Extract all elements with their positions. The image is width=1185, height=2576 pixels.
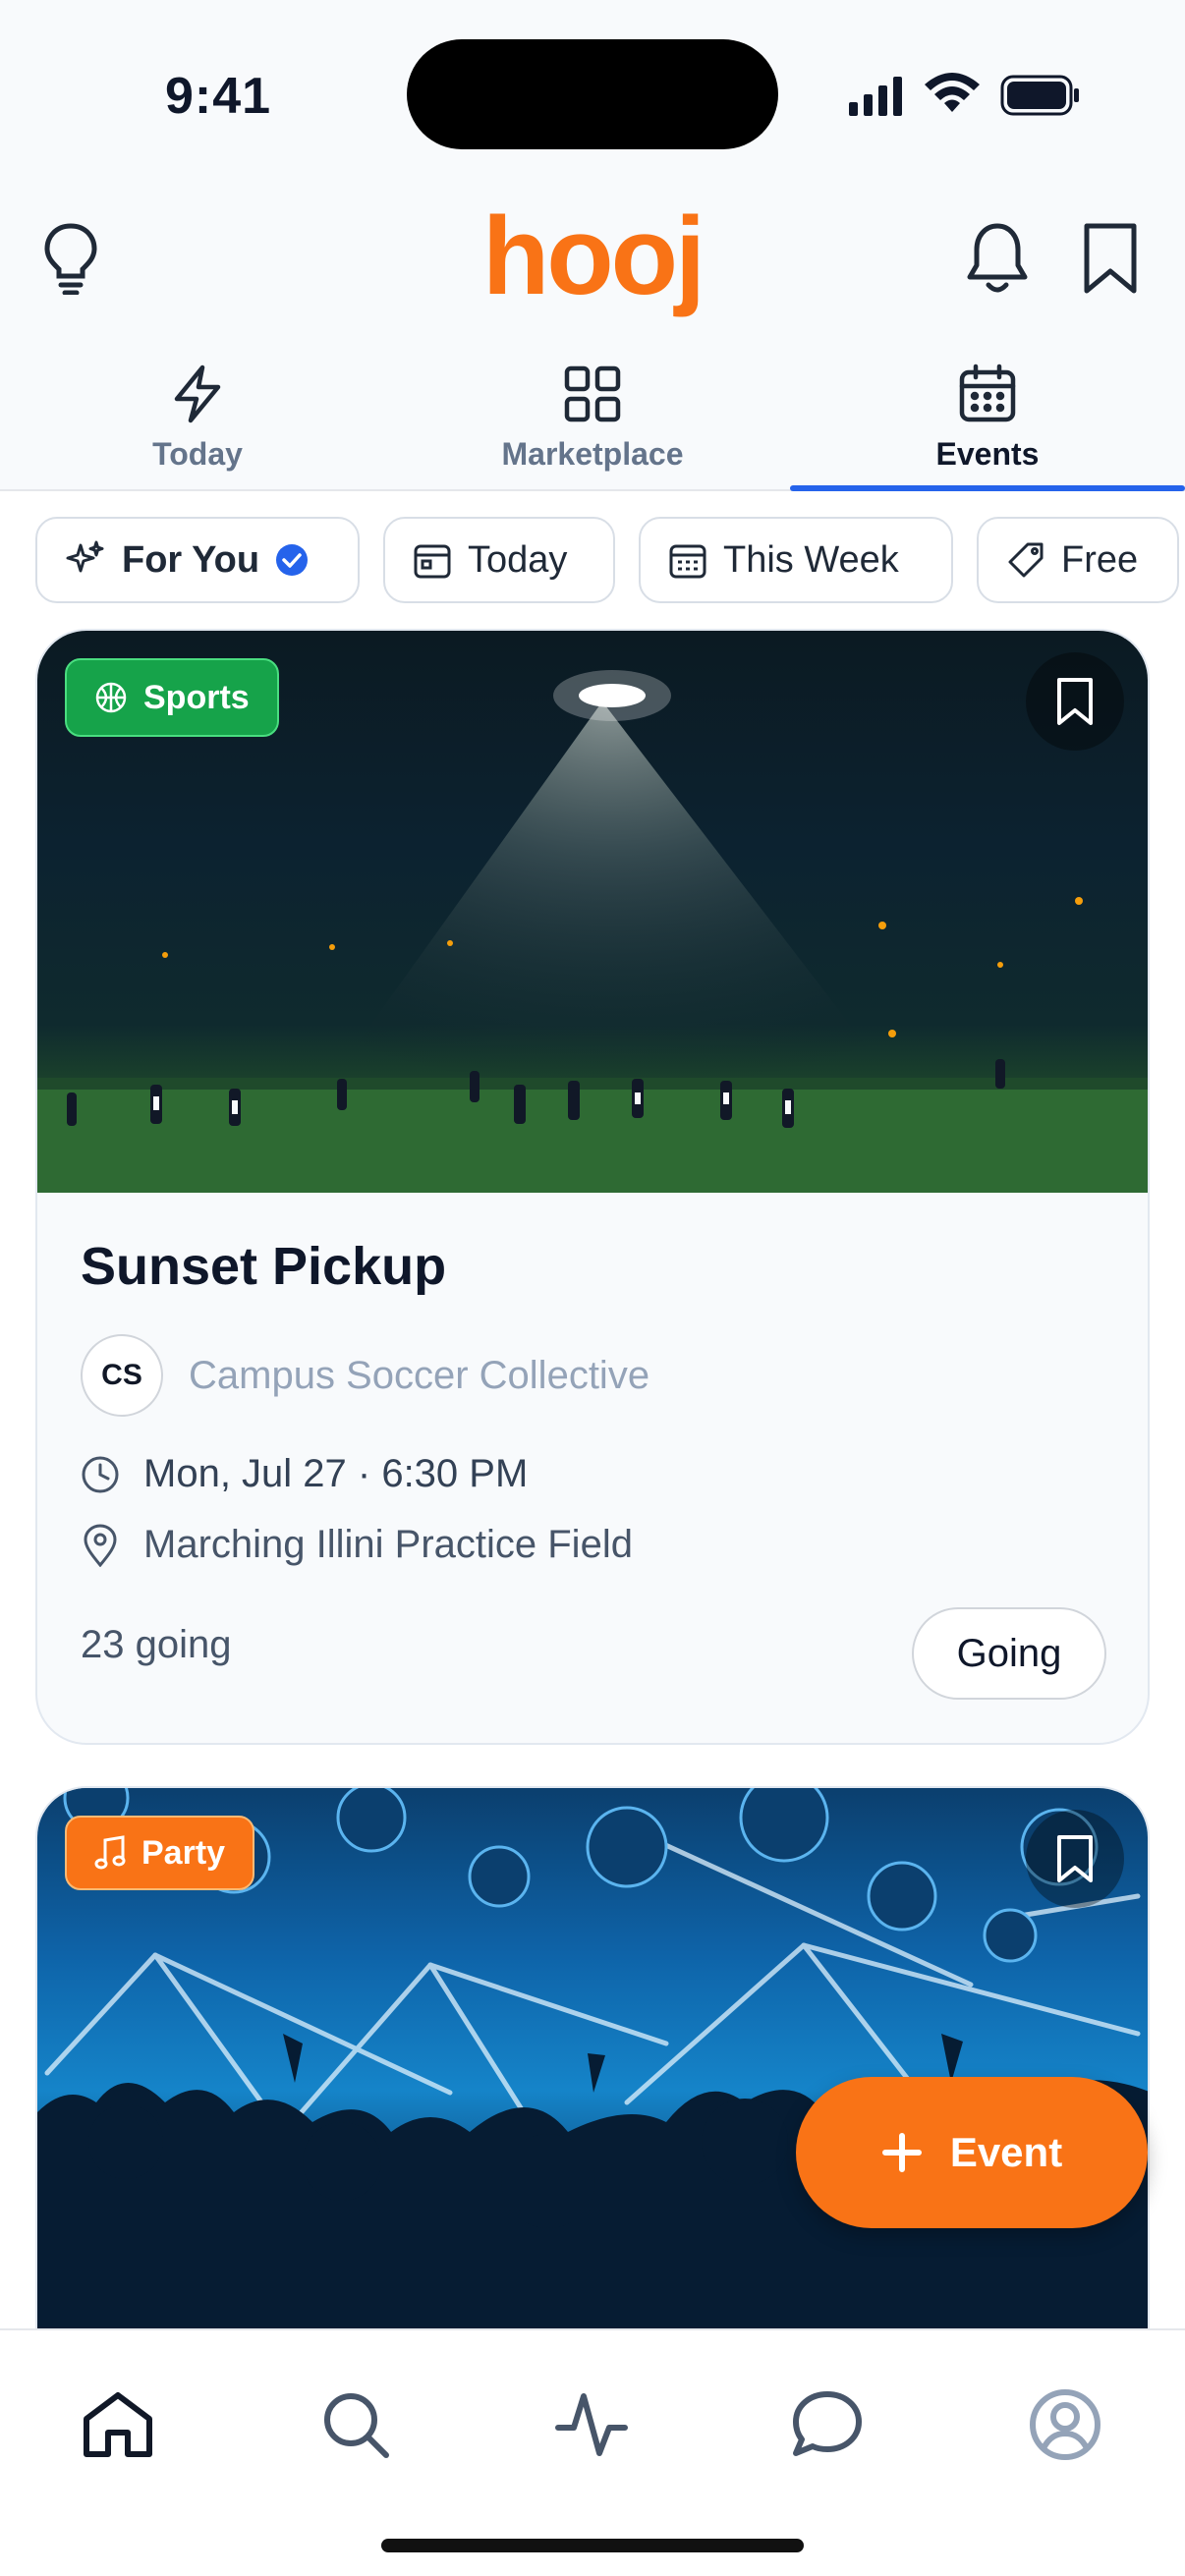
filter-for-you[interactable]: For You <box>35 517 360 603</box>
tab-label: Marketplace <box>501 436 684 472</box>
tab-label: Events <box>935 436 1040 472</box>
grid-icon <box>564 365 621 422</box>
battery-icon <box>1000 75 1081 121</box>
sparkles-icon <box>66 540 104 573</box>
event-location: Marching Illini Practice Field <box>81 1523 633 1567</box>
signal-icon <box>849 77 904 121</box>
event-location-text: Marching Illini Practice Field <box>143 1523 633 1566</box>
filter-label: For You <box>122 538 260 581</box>
tag-icon <box>1008 542 1044 578</box>
save-event-button[interactable] <box>1026 652 1124 751</box>
going-button[interactable]: Going <box>912 1607 1106 1700</box>
bell-icon[interactable] <box>965 220 1030 300</box>
event-card[interactable]: Sports Sunset Pickup CS Campus Soccer Co… <box>35 629 1150 1745</box>
category-label: Party <box>141 1833 226 1872</box>
fab-label: Event <box>949 2129 1063 2175</box>
filter-today[interactable]: Today <box>383 517 615 603</box>
basketball-icon <box>95 682 127 713</box>
event-datetime: Mon, Jul 27 · 6:30 PM <box>81 1452 528 1496</box>
event-datetime-text: Mon, Jul 27 · 6:30 PM <box>143 1452 529 1495</box>
wifi-icon <box>924 73 981 121</box>
organizer-name: Campus Soccer Collective <box>189 1353 650 1397</box>
create-event-button[interactable]: Event <box>796 2077 1148 2228</box>
profile-icon <box>1030 2389 1100 2460</box>
organizer-avatar: CS <box>81 1334 163 1417</box>
bookmarks-icon[interactable] <box>1083 222 1138 300</box>
bookmark-icon <box>1057 678 1093 725</box>
plus-icon <box>881 2133 922 2172</box>
save-event-button[interactable] <box>1026 1810 1124 1908</box>
search-icon <box>324 2393 389 2458</box>
clock-icon <box>82 1456 119 1492</box>
category-badge: Sports <box>65 658 279 737</box>
event-image: Party <box>37 1788 1148 2338</box>
nav-messages[interactable] <box>768 2366 886 2484</box>
chat-icon <box>793 2391 862 2456</box>
category-label: Sports <box>143 678 250 716</box>
filter-label: Free <box>1061 538 1139 581</box>
home-icon <box>84 2392 152 2457</box>
filter-label: Today <box>468 538 568 581</box>
event-title: Sunset Pickup <box>81 1237 447 1296</box>
nav-profile[interactable] <box>1006 2366 1124 2484</box>
tab-label: Today <box>152 436 243 472</box>
location-pin-icon <box>84 1523 117 1567</box>
tab-today[interactable]: Today <box>0 354 395 491</box>
lightning-icon <box>174 364 221 423</box>
nav-activity[interactable] <box>533 2366 650 2484</box>
filter-this-week[interactable]: This Week <box>639 517 953 603</box>
calendar-icon <box>959 364 1016 422</box>
calendar-day-icon <box>414 544 451 579</box>
status-time: 9:41 <box>165 68 272 125</box>
tab-events[interactable]: Events <box>790 354 1185 491</box>
category-badge: Party <box>65 1816 255 1890</box>
check-circle-icon <box>276 544 309 576</box>
calendar-week-icon <box>669 544 706 579</box>
tab-marketplace[interactable]: Marketplace <box>395 354 790 491</box>
active-tab-indicator <box>790 485 1185 491</box>
filter-label: This Week <box>723 538 899 581</box>
filter-free[interactable]: Free <box>977 517 1179 603</box>
music-note-icon <box>94 1835 126 1870</box>
bookmark-icon <box>1057 1835 1093 1882</box>
nav-search[interactable] <box>297 2366 415 2484</box>
dynamic-island <box>407 39 778 149</box>
event-organizer[interactable]: CS Campus Soccer Collective <box>81 1334 649 1417</box>
nav-home[interactable] <box>59 2366 177 2484</box>
event-image: Sports <box>37 631 1148 1193</box>
activity-icon <box>555 2393 628 2456</box>
attendee-count: 23 going <box>81 1623 232 1666</box>
home-indicator <box>381 2539 804 2552</box>
